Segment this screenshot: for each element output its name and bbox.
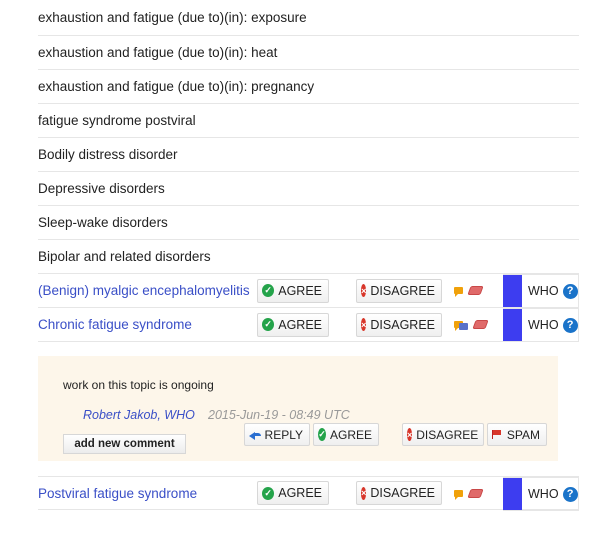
question-icon[interactable]: ? [562,486,578,502]
item-label: Depressive disorders [38,181,165,196]
proposal-row: (Benign) myalgic encephalomyelitis ✓ AGRE… [38,274,579,308]
disagree-label: DISAGREE [370,283,435,298]
x-icon: × [361,486,367,500]
disagree-button[interactable]: × DISAGREE [356,312,442,337]
indicators [454,319,489,331]
comment-date: 2015-Jun-19 - 08:49 UTC [208,408,350,422]
item-label: Sleep-wake disorders [38,215,168,230]
comment-icon [459,323,468,330]
indicators [454,286,484,297]
who-color-bar [503,478,522,510]
disagree-label: DISAGREE [370,317,435,332]
agree-button[interactable]: ✓ AGREE [257,312,329,337]
list-item: Bodily distress disorder [38,138,579,172]
list-item: Sleep-wake disorders [38,206,579,240]
vote-actions: ✓ AGREE × DISAGREE [257,274,484,307]
agree-button[interactable]: ✓ AGREE [257,481,329,505]
proposal-row: Chronic fatigue syndrome ✓ AGREE × DISAGRE… [38,308,579,342]
indicators [454,488,484,500]
who-label: WHO [528,284,559,298]
comment-text: work on this topic is ongoing [63,378,214,392]
who-label: WHO [528,318,559,332]
who-color-bar [503,275,522,307]
disagree-label: DISAGREE [416,427,479,442]
comment-author[interactable]: Robert Jakob, WHO [83,408,195,422]
agree-label: AGREE [329,427,372,442]
check-icon: ✓ [262,284,275,297]
check-icon: ✓ [262,486,275,500]
who-label: WHO [528,487,559,501]
term-list: exhaustion and fatigue (due to)(in): exp… [38,0,579,342]
proposal-link[interactable]: Chronic fatigue syndrome [38,317,192,332]
x-icon: × [361,284,367,297]
term-list-bottom: Postviral fatigue syndrome ✓ AGREE × DISAG… [38,476,579,511]
x-icon: × [361,318,367,331]
comment-icon[interactable] [454,489,463,500]
comment-disagree-button[interactable]: × DISAGREE [402,423,484,446]
item-label: Bipolar and related disorders [38,249,211,264]
spam-label: SPAM [506,427,540,442]
list-item: exhaustion and fatigue (due to)(in): hea… [38,36,579,70]
item-label: exhaustion and fatigue (due to)(in): hea… [38,45,278,60]
book-icon[interactable] [472,320,489,329]
agree-label: AGREE [278,486,322,500]
disagree-label: DISAGREE [370,486,435,500]
list-item: fatigue syndrome postviral [38,104,579,138]
comment-panel: work on this topic is ongoing Robert Jak… [38,356,558,461]
comment-icon[interactable] [454,287,463,297]
proposal-row: Postviral fatigue syndrome ✓ AGREE × DISAG… [38,476,579,511]
item-label: exhaustion and fatigue (due to)(in): exp… [38,10,307,25]
book-icon[interactable] [467,286,484,295]
check-icon: ✓ [318,428,326,441]
who-badge: WHO ? [503,274,579,308]
agree-button[interactable]: ✓ AGREE [257,278,329,303]
list-item: exhaustion and fatigue (due to)(in): pre… [38,70,579,104]
add-comment-button[interactable]: add new comment [63,434,186,454]
reply-label: REPLY [264,427,303,442]
item-label: fatigue syndrome postviral [38,113,196,128]
proposal-link[interactable]: Postviral fatigue syndrome [38,486,197,501]
item-label: Bodily distress disorder [38,147,178,162]
vote-actions: ✓ AGREE × DISAGREE [257,308,489,341]
item-label: exhaustion and fatigue (due to)(in): pre… [38,79,315,94]
reply-arrow-icon [249,430,261,440]
list-item: Depressive disorders [38,172,579,206]
proposal-link[interactable]: (Benign) myalgic encephalomyelitis [38,283,250,298]
who-badge: WHO ? [503,477,579,511]
comment-actions: REPLY ✓ AGREE × DISAGREE SPAM [244,423,547,446]
disagree-button[interactable]: × DISAGREE [356,278,442,303]
who-color-bar [503,309,522,341]
question-icon[interactable]: ? [562,283,578,299]
x-icon: × [407,428,413,441]
reply-button[interactable]: REPLY [244,423,310,446]
check-icon: ✓ [262,318,275,331]
agree-label: AGREE [278,283,322,298]
question-icon[interactable]: ? [562,317,578,333]
flag-icon [492,430,502,439]
agree-label: AGREE [278,317,322,332]
comment-agree-button[interactable]: ✓ AGREE [313,423,379,446]
disagree-button[interactable]: × DISAGREE [356,481,442,505]
list-item: exhaustion and fatigue (due to)(in): exp… [38,0,579,36]
spam-button[interactable]: SPAM [487,423,547,446]
list-item: Bipolar and related disorders [38,240,579,274]
vote-actions: ✓ AGREE × DISAGREE [257,477,484,509]
who-badge: WHO ? [503,308,579,342]
book-icon[interactable] [467,488,484,498]
